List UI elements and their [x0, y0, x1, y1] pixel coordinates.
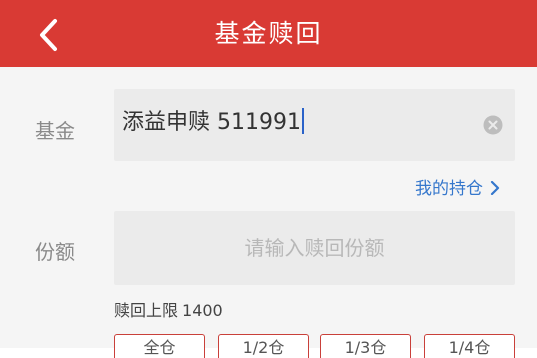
fund-input[interactable]: 添益申赎 511991	[114, 89, 515, 161]
share-input[interactable]: 请输入赎回份额	[114, 211, 515, 285]
share-placeholder: 请输入赎回份额	[244, 236, 385, 260]
header-bar: 基金赎回	[0, 0, 537, 67]
quick-amount-half-button[interactable]: 1/2仓	[218, 334, 309, 358]
redeem-limit: 赎回上限 1400	[114, 297, 223, 321]
clear-icon[interactable]	[483, 115, 503, 135]
redeem-form: 基金 添益申赎 511991 我的持仓 份额 请输入赎回份额 赎回上限 1400 …	[0, 67, 537, 358]
my-holdings-label: 我的持仓	[415, 179, 483, 199]
quick-amount-full-button[interactable]: 全仓	[114, 334, 205, 358]
page-title: 基金赎回	[214, 19, 323, 48]
quick-amount-third-button[interactable]: 1/3仓	[320, 334, 411, 358]
my-holdings-link[interactable]: 我的持仓	[415, 174, 501, 199]
fund-value-wrap: 添益申赎 511991	[122, 108, 304, 138]
redeem-limit-value: 1400	[182, 301, 223, 320]
share-label: 份额	[35, 240, 75, 264]
fund-value: 添益申赎 511991	[122, 110, 301, 135]
chevron-right-icon	[490, 181, 500, 195]
text-cursor	[301, 108, 304, 134]
fund-label: 基金	[35, 119, 75, 143]
redeem-limit-label: 赎回上限	[114, 301, 179, 320]
quick-amount-quarter-button[interactable]: 1/4仓	[424, 334, 515, 358]
